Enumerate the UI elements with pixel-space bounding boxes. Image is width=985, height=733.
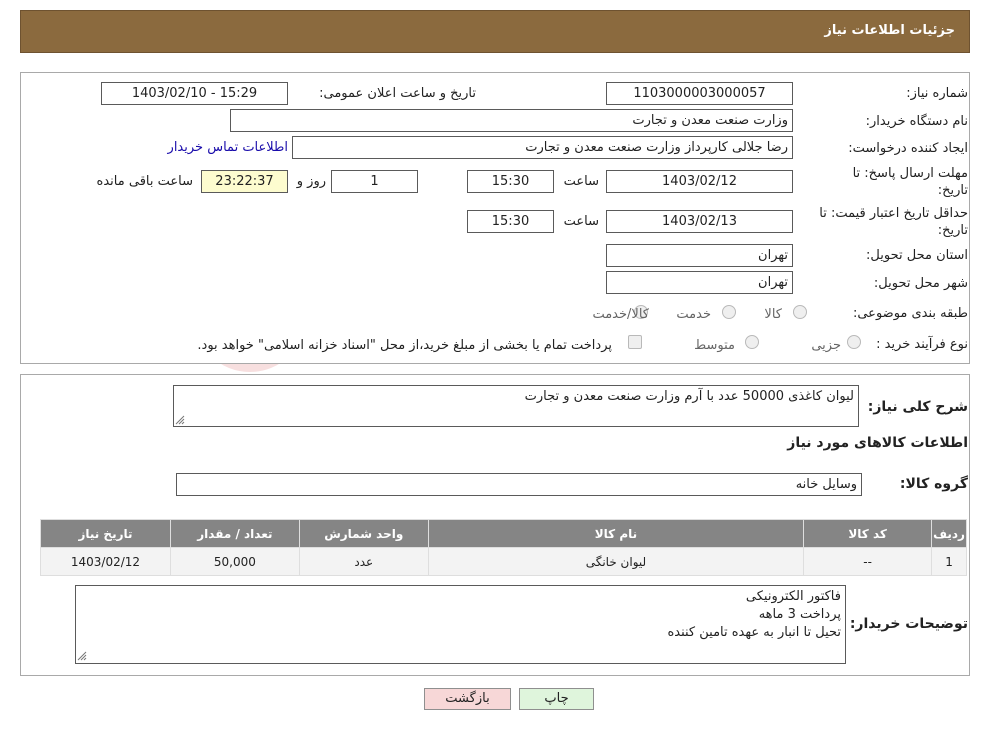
- buyer-notes-textarea[interactable]: فاکتور الکترونیکی پرداخت 3 ماهه تحیل تا …: [75, 585, 846, 664]
- col-need-date: تاریخ نیاز: [40, 519, 171, 548]
- col-goods-code: کد کالا: [803, 519, 933, 548]
- back-button[interactable]: بازگشت: [424, 688, 511, 710]
- validity-label-1: حداقل تاریخ اعتبار قیمت: تا: [819, 206, 968, 221]
- announce-datetime-label: تاریخ و ساعت اعلان عمومی:: [319, 86, 476, 101]
- category-service-radio[interactable]: [722, 305, 736, 319]
- category-service-label: خدمت: [676, 307, 711, 322]
- need-number-field: 1103000003000057: [606, 82, 793, 105]
- goods-info-title: اطلاعات کالاهای مورد نیاز: [787, 435, 968, 451]
- creator-label: ایجاد کننده درخواست:: [848, 141, 968, 156]
- cell-need-date: 1403/02/12: [40, 547, 171, 576]
- buyer-org-label: نام دستگاه خریدار:: [865, 114, 968, 129]
- category-goods-radio[interactable]: [793, 305, 807, 319]
- cell-goods-name: لیوان خانگی: [427, 547, 805, 576]
- process-type-label: نوع فرآیند خرید :: [876, 337, 968, 352]
- cell-row-number: 1: [931, 547, 967, 576]
- need-number-label: شماره نیاز:: [906, 86, 968, 101]
- page-header: جزئیات اطلاعات نیاز: [20, 10, 970, 53]
- cell-goods-code: --: [803, 547, 933, 576]
- col-quantity: تعداد / مقدار: [169, 519, 300, 548]
- city-label: شهر محل تحویل:: [873, 276, 968, 291]
- col-row-number: ردیف: [931, 519, 967, 548]
- buyer-note-line: فاکتور الکترونیکی: [745, 589, 841, 604]
- deadline-label-1: مهلت ارسال پاسخ: تا: [852, 166, 968, 181]
- general-description-label: شرح کلی نیاز:: [867, 399, 968, 415]
- process-treasury-note: پرداخت تمام یا بخشی از مبلغ خرید،از محل …: [197, 338, 612, 353]
- announce-datetime-field: 1403/02/10 - 15:29: [101, 82, 288, 105]
- category-label: طبقه بندی موضوعی:: [852, 306, 968, 321]
- resize-grip-icon[interactable]: [175, 415, 185, 425]
- general-description-textarea[interactable]: لیوان کاغذی 50000 عدد با آرم وزارت صنعت …: [173, 385, 859, 427]
- province-label: استان محل تحویل:: [866, 248, 968, 263]
- category-goods-label: کالا: [764, 307, 782, 322]
- process-minor-label: جزیی: [811, 338, 841, 353]
- process-minor-radio[interactable]: [847, 335, 861, 349]
- category-goods-service-label: کالا/خدمت: [592, 307, 649, 322]
- buyer-notes-label: توضیحات خریدار:: [849, 616, 968, 632]
- goods-group-label: گروه کالا:: [899, 476, 968, 492]
- process-treasury-checkbox[interactable]: [628, 335, 642, 349]
- deadline-time-field: 15:30: [467, 170, 554, 193]
- resize-grip-icon[interactable]: [77, 651, 87, 661]
- page-title: جزئیات اطلاعات نیاز: [824, 23, 955, 38]
- validity-label-2: تاریخ:: [937, 223, 968, 238]
- goods-group-field: وسایل خانه: [176, 473, 862, 496]
- process-medium-label: متوسط: [694, 338, 735, 353]
- deadline-time-label: ساعت: [563, 174, 599, 189]
- validity-time-label: ساعت: [563, 214, 599, 229]
- col-unit: واحد شمارش: [298, 519, 429, 548]
- table-row: 1 -- لیوان خانگی عدد 50,000 1403/02/12: [40, 547, 967, 576]
- province-field: تهران: [606, 244, 793, 267]
- deadline-date-field: 1403/02/12: [606, 170, 793, 193]
- buyer-org-field: وزارت صنعت معدن و تجارت: [230, 109, 793, 132]
- days-label: روز و: [296, 174, 326, 189]
- buyer-note-line: تحیل تا انبار به عهده تامین کننده: [667, 625, 841, 640]
- cell-quantity: 50,000: [169, 547, 300, 576]
- deadline-label-2: تاریخ:: [937, 183, 968, 198]
- cell-unit: عدد: [298, 547, 429, 576]
- buyer-contact-link[interactable]: اطلاعات تماس خریدار: [168, 140, 288, 155]
- goods-table-header-row: ردیف کد کالا نام کالا واحد شمارش تعداد /…: [40, 519, 967, 548]
- creator-field: رضا جلالی کارپرداز وزارت صنعت معدن و تجا…: [292, 136, 793, 159]
- remaining-time-label: ساعت باقی مانده: [96, 174, 193, 189]
- days-remaining-field: 1: [331, 170, 418, 193]
- goods-table: ردیف کد کالا نام کالا واحد شمارش تعداد /…: [40, 519, 967, 576]
- buyer-note-line: پرداخت 3 ماهه: [758, 607, 841, 622]
- city-field: تهران: [606, 271, 793, 294]
- print-button[interactable]: چاپ: [519, 688, 594, 710]
- remaining-time-field: 23:22:37: [201, 170, 288, 193]
- col-goods-name: نام کالا: [427, 519, 805, 548]
- validity-time-field: 15:30: [467, 210, 554, 233]
- process-medium-radio[interactable]: [745, 335, 759, 349]
- validity-date-field: 1403/02/13: [606, 210, 793, 233]
